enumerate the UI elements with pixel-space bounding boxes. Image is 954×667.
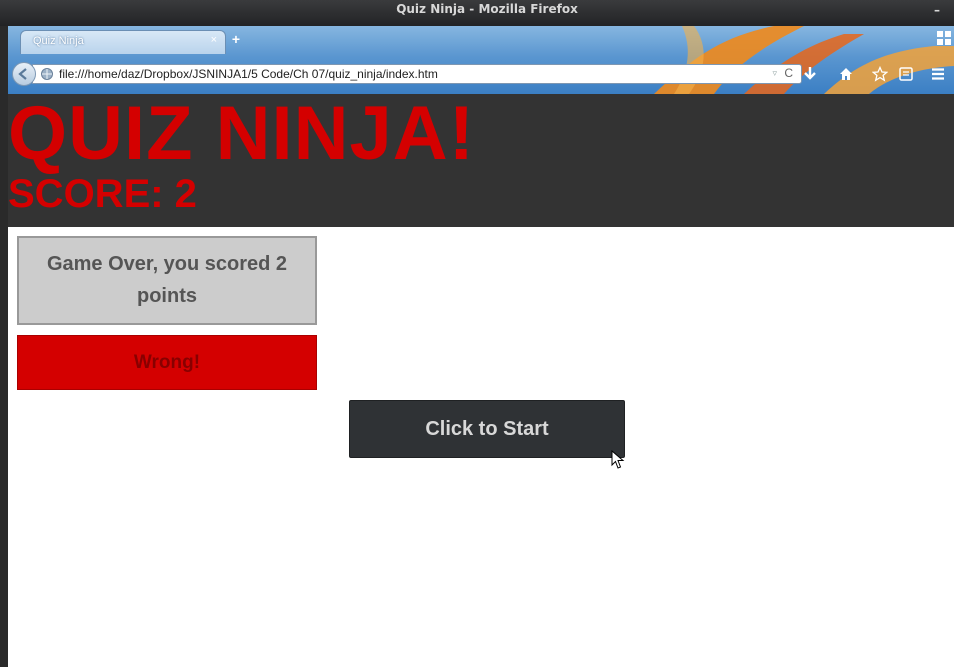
bookmark-star-icon[interactable]: [872, 66, 888, 82]
window-left-border: [0, 26, 8, 667]
home-icon[interactable]: [838, 66, 854, 82]
question-box: Game Over, you scored 2 points: [17, 236, 317, 325]
bookmarks-menu-icon[interactable]: [898, 66, 914, 82]
url-text: file:///home/daz/Dropbox/JSNINJA1/5 Code…: [59, 67, 438, 81]
tab-close-icon[interactable]: ×: [211, 34, 217, 46]
menu-icon[interactable]: [930, 66, 946, 82]
page-content: QUIZ NINJA! SCORE: 2 Game Over, you scor…: [8, 94, 954, 667]
window-title: Quiz Ninja - Mozilla Firefox: [396, 2, 578, 16]
new-tab-icon[interactable]: +: [228, 31, 244, 47]
download-icon[interactable]: [802, 66, 818, 82]
minimize-button[interactable]: –: [934, 0, 940, 20]
globe-icon: [41, 68, 53, 80]
tab-groups-icon[interactable]: [936, 30, 952, 46]
url-dropmarker-icon[interactable]: ▿: [772, 68, 777, 79]
score-display: SCORE: 2: [8, 172, 197, 216]
browser-toolbar: Quiz Ninja × + file:///home/daz/Dropbox/…: [8, 26, 954, 94]
back-icon: [18, 68, 27, 80]
window-titlebar: Quiz Ninja - Mozilla Firefox –: [0, 0, 954, 26]
tab-label: Quiz Ninja: [33, 35, 84, 47]
back-button[interactable]: [12, 62, 36, 86]
game-header: QUIZ NINJA! SCORE: 2: [8, 94, 954, 227]
reload-icon[interactable]: C: [784, 66, 793, 80]
feedback-box: Wrong!: [17, 335, 317, 390]
mouse-cursor-icon: [611, 450, 625, 469]
url-bar[interactable]: file:///home/daz/Dropbox/JSNINJA1/5 Code…: [32, 64, 802, 84]
tab-quiz-ninja[interactable]: Quiz Ninja ×: [20, 30, 226, 54]
game-title: QUIZ NINJA!: [8, 91, 475, 176]
start-button[interactable]: Click to Start: [349, 400, 625, 458]
